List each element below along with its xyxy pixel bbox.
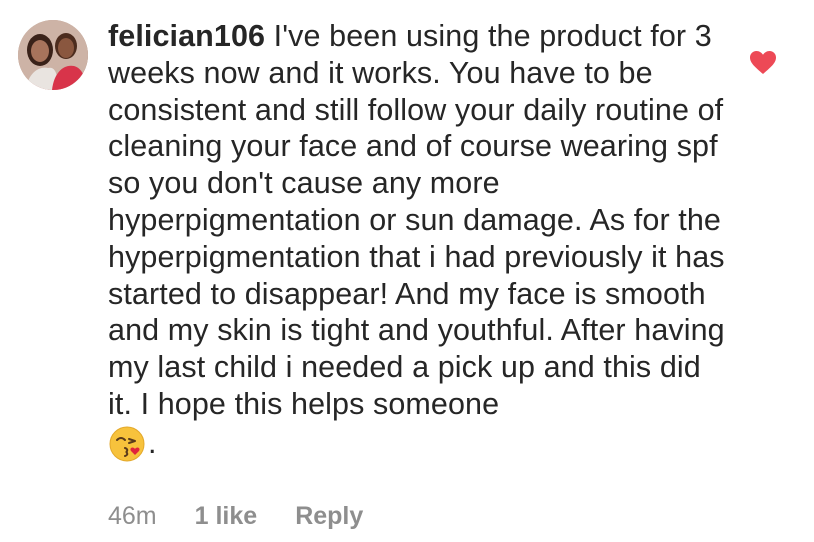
avatar-image: [18, 20, 88, 90]
comment-text: I've been using the product for 3 weeks …: [108, 19, 725, 421]
comment-username[interactable]: felician106: [108, 19, 265, 53]
comment-meta: 46m 1 like Reply: [108, 502, 363, 531]
user-avatar[interactable]: [18, 20, 88, 90]
reply-button[interactable]: Reply: [295, 502, 363, 531]
like-count[interactable]: 1 like: [195, 502, 258, 531]
kissing-face-with-heart-icon: [108, 425, 146, 463]
comment: felician106 I've been using the product …: [0, 0, 814, 542]
like-heart-icon[interactable]: [750, 51, 776, 75]
trailing-period: .: [148, 426, 157, 461]
emoji-line: .: [108, 425, 728, 463]
comment-timestamp[interactable]: 46m: [108, 502, 157, 531]
comment-body: felician106 I've been using the product …: [108, 18, 728, 463]
